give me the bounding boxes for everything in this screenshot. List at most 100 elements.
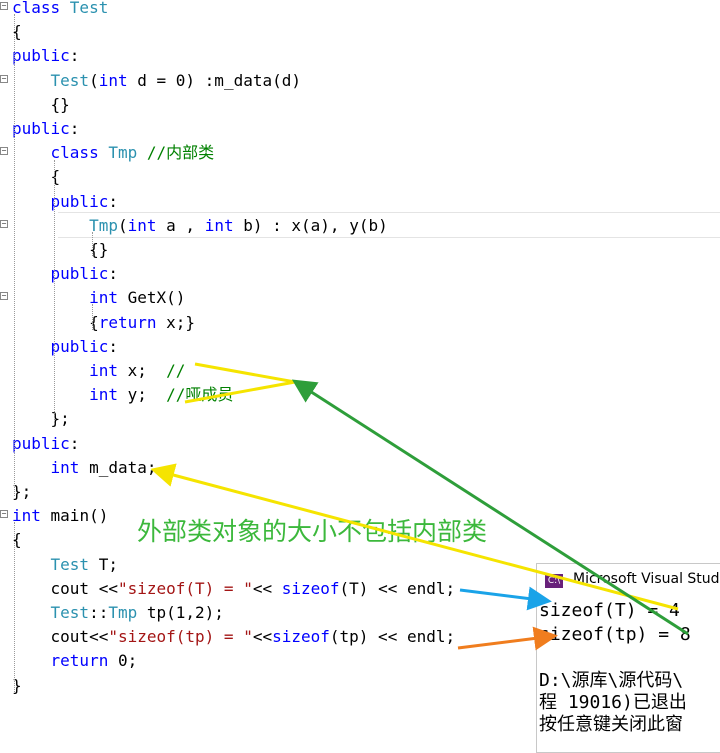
code-text: int x; //: [12, 359, 185, 383]
code-token: sizeof: [272, 627, 330, 647]
code-token: class: [50, 143, 109, 163]
code-token: sizeof: [281, 578, 340, 598]
code-line[interactable]: public:: [0, 117, 720, 141]
code-line[interactable]: − int GetX(): [0, 286, 720, 310]
code-text: cout <<"sizeof(T) = "<< sizeof(T) << end…: [12, 577, 456, 601]
code-line[interactable]: − class Test: [0, 0, 720, 20]
code-line[interactable]: − Test(int d = 0) :m_data(d): [0, 69, 720, 93]
code-token: d = 0) :m_data(d): [127, 70, 301, 90]
fold-toggle-icon[interactable]: −: [0, 147, 8, 156]
console-window[interactable]: C:\ Microsoft Visual Stud sizeof(T) = 4 …: [536, 563, 720, 753]
code-token: {: [12, 312, 99, 332]
code-token: (: [117, 215, 128, 235]
code-line[interactable]: − class Tmp //内部类: [0, 141, 720, 165]
code-token: <<: [252, 627, 273, 647]
code-token: {}: [12, 240, 109, 259]
indent-guide: [92, 304, 93, 330]
code-token: int: [89, 385, 118, 405]
code-token: int: [12, 506, 41, 526]
code-line[interactable]: public:: [0, 262, 720, 286]
code-line[interactable]: public:: [0, 190, 720, 214]
code-token: int: [98, 70, 128, 90]
code-line[interactable]: public:: [0, 335, 720, 359]
code-text: public:: [12, 117, 79, 141]
indent-guide: [14, 14, 15, 496]
fold-toggle-icon[interactable]: −: [0, 219, 8, 228]
code-token: Test: [50, 603, 90, 622]
code-text: public:: [12, 190, 118, 214]
code-line[interactable]: };: [0, 480, 720, 504]
code-token: public: [50, 336, 109, 356]
console-title: Microsoft Visual Stud: [573, 571, 720, 587]
code-token: {: [12, 167, 61, 187]
fold-toggle-icon[interactable]: −: [0, 74, 8, 83]
code-token: x;}: [156, 312, 196, 332]
code-token: //哑成员: [166, 385, 234, 405]
console-title-bar[interactable]: C:\ Microsoft Visual Stud: [537, 564, 720, 598]
code-token: public: [50, 191, 109, 211]
code-line[interactable]: int m_data;: [0, 456, 720, 480]
code-token: return: [50, 651, 109, 671]
code-token: Tmp: [108, 143, 147, 163]
code-line[interactable]: int x; //: [0, 359, 720, 383]
code-token: public: [12, 119, 70, 138]
code-token: (: [89, 70, 99, 90]
code-line[interactable]: public:: [0, 44, 720, 68]
code-line[interactable]: {: [0, 165, 720, 189]
code-token: :: [108, 264, 118, 284]
code-text: Test T;: [12, 553, 118, 577]
code-token: :: [108, 336, 118, 356]
console-line: 程 19016)已退出: [539, 692, 687, 713]
code-line[interactable]: {: [0, 20, 720, 44]
code-token: T;: [89, 554, 118, 574]
code-line[interactable]: {return x;}: [0, 311, 720, 335]
code-token: <<: [252, 578, 282, 598]
code-token: return: [98, 312, 157, 332]
code-text: {}: [12, 93, 70, 117]
code-text: {: [12, 165, 61, 189]
code-token: :: [69, 46, 80, 66]
code-text: Tmp(int a , int b) : x(a), y(b): [12, 214, 388, 238]
code-text: Test::Tmp tp(1,2);: [12, 601, 224, 625]
code-text: public:: [12, 262, 118, 286]
code-line[interactable]: int y; //哑成员: [0, 383, 720, 407]
code-line[interactable]: {}: [0, 238, 720, 262]
code-token: int: [204, 215, 234, 235]
fold-toggle-icon[interactable]: −: [0, 292, 8, 301]
code-text: public:: [12, 432, 79, 456]
code-token: b) : x(a), y(b): [233, 215, 388, 235]
fold-toggle-icon[interactable]: −: [0, 2, 8, 10]
code-token: //: [166, 361, 186, 380]
code-token: :: [69, 119, 80, 138]
code-line[interactable]: − Tmp(int a , int b) : x(a), y(b): [0, 214, 720, 238]
code-token: int: [89, 288, 118, 308]
code-text: class Tmp //内部类: [12, 141, 215, 165]
code-token: class: [12, 0, 70, 17]
code-line[interactable]: {}: [0, 93, 720, 117]
console-line: 按任意键关闭此窗: [539, 714, 683, 735]
code-token: tp(1,2);: [137, 603, 224, 622]
code-text: {}: [12, 238, 108, 262]
fold-toggle-icon[interactable]: −: [0, 510, 8, 519]
code-text: Test(int d = 0) :m_data(d): [12, 69, 301, 93]
code-token: cout<<: [12, 627, 109, 647]
code-token: Tmp: [89, 215, 118, 235]
code-token: Tmp: [108, 603, 138, 622]
annotation-text: 外部类对象的大小不包括内部类: [137, 517, 488, 546]
code-token: (tp) << endl;: [329, 627, 456, 647]
code-token: :: [108, 191, 118, 211]
code-token: int: [127, 215, 157, 235]
code-token: a ,: [156, 215, 205, 235]
code-line[interactable]: public:: [0, 432, 720, 456]
code-token: Test: [69, 0, 109, 17]
indent-guide: [14, 522, 15, 692]
code-line[interactable]: };: [0, 407, 720, 431]
